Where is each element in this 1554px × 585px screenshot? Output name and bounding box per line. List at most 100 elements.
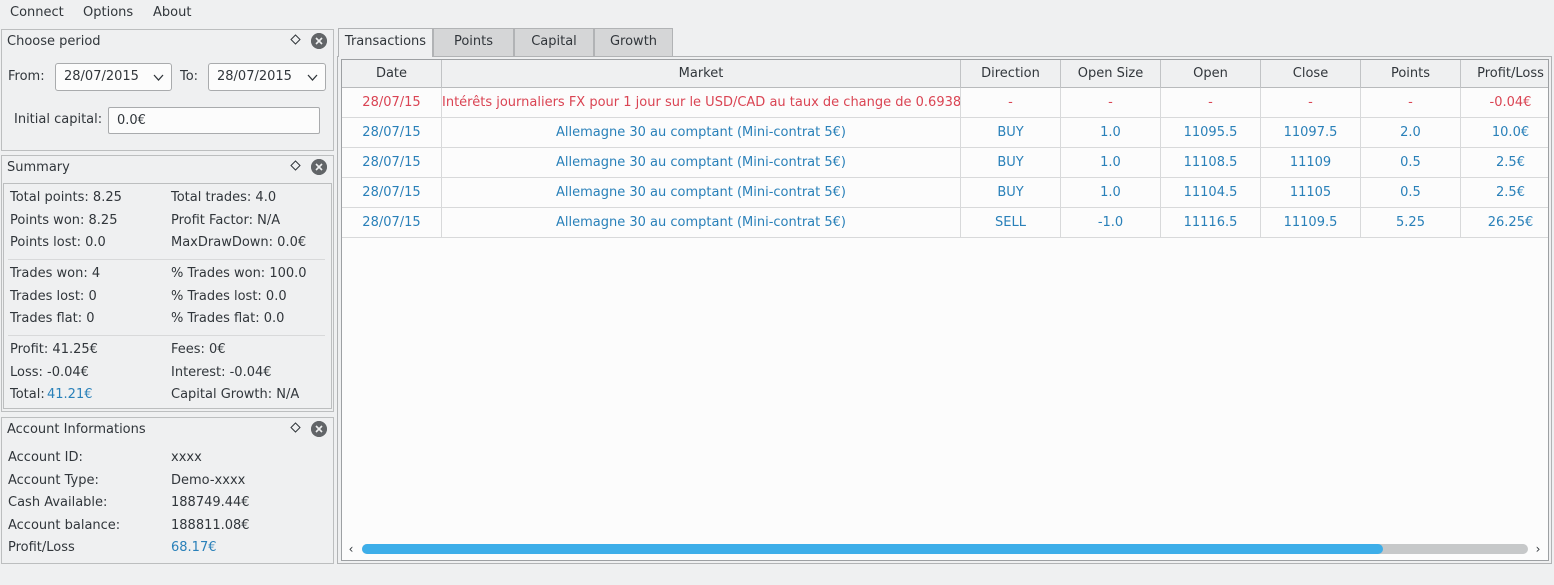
- total-trades: Total trades: 4.0: [171, 190, 277, 205]
- account-type-value: Demo-xxxx: [171, 473, 246, 488]
- divider: [8, 259, 325, 260]
- cell-open-size: 1.0: [1061, 178, 1161, 208]
- cash-available-label: Cash Available:: [8, 495, 108, 510]
- period-dock-title: Choose period: [7, 34, 101, 49]
- initial-capital-label: Initial capital:: [14, 112, 103, 127]
- cell-close: 11097.5: [1261, 118, 1361, 148]
- account-balance-value: 188811.08€: [171, 518, 250, 533]
- pct-trades-won: % Trades won: 100.0: [171, 266, 307, 281]
- menu-options[interactable]: Options: [81, 4, 135, 22]
- cell-date: 28/07/15: [342, 148, 442, 178]
- column-header-profit-loss[interactable]: Profit/Loss: [1461, 60, 1548, 88]
- cell-points: 0.5: [1361, 148, 1461, 178]
- profit-loss-label: Profit/Loss: [8, 540, 75, 555]
- loss: Loss: -0.04€: [10, 365, 89, 380]
- float-icon[interactable]: [290, 422, 301, 433]
- total-points: Total points: 8.25: [10, 190, 122, 205]
- table-row[interactable]: 28/07/15 Allemagne 30 au comptant (Mini-c…: [342, 178, 1548, 208]
- cell-close: -: [1261, 88, 1361, 118]
- cell-market: Allemagne 30 au comptant (Mini-contrat 5…: [442, 148, 961, 178]
- table-row[interactable]: 28/07/15 Intérêts journaliers FX pour 1 j…: [342, 88, 1548, 118]
- account-id-label: Account ID:: [8, 450, 83, 465]
- cell-close: 11109.5: [1261, 208, 1361, 238]
- scroll-track[interactable]: [362, 544, 1528, 554]
- cell-direction: -: [961, 88, 1061, 118]
- scroll-right-icon[interactable]: ›: [1531, 541, 1545, 557]
- trades-lost: Trades lost: 0: [10, 289, 97, 304]
- cell-date: 28/07/15: [342, 88, 442, 118]
- column-header-date[interactable]: Date: [342, 60, 442, 88]
- to-date-combo[interactable]: 28/07/2015: [208, 63, 326, 91]
- cell-date: 28/07/15: [342, 118, 442, 148]
- total-value: 41.21€: [47, 387, 93, 402]
- close-icon[interactable]: [311, 159, 327, 175]
- tab-capital[interactable]: Capital: [514, 28, 594, 56]
- column-header-market[interactable]: Market: [442, 60, 961, 88]
- cell-open-size: -1.0: [1061, 208, 1161, 238]
- transactions-table[interactable]: Date Market Direction Open Size Open Clo…: [341, 59, 1549, 561]
- float-icon[interactable]: [290, 160, 301, 171]
- cash-available-value: 188749.44€: [171, 495, 250, 510]
- close-icon[interactable]: [311, 421, 327, 437]
- horizontal-scrollbar[interactable]: ‹ ›: [342, 538, 1548, 560]
- menu-about[interactable]: About: [151, 4, 193, 22]
- cell-open: 11095.5: [1161, 118, 1261, 148]
- menu-connect[interactable]: Connect: [8, 4, 66, 22]
- to-label: To:: [180, 69, 199, 84]
- cell-open-size: -: [1061, 88, 1161, 118]
- scroll-left-icon[interactable]: ‹: [344, 541, 358, 557]
- column-header-direction[interactable]: Direction: [961, 60, 1061, 88]
- profit-loss-value: 68.17€: [171, 540, 217, 555]
- cell-profit-loss: 2.5€: [1461, 178, 1548, 208]
- summary-dock-title: Summary: [7, 160, 70, 175]
- fees: Fees: 0€: [171, 342, 226, 357]
- chevron-down-icon: [153, 74, 164, 81]
- cell-points: -: [1361, 88, 1461, 118]
- column-header-points[interactable]: Points: [1361, 60, 1461, 88]
- cell-open-size: 1.0: [1061, 148, 1161, 178]
- initial-capital-input[interactable]: [108, 107, 320, 134]
- column-header-close[interactable]: Close: [1261, 60, 1361, 88]
- account-type-label: Account Type:: [8, 473, 99, 488]
- cell-open: 11108.5: [1161, 148, 1261, 178]
- cell-points: 2.0: [1361, 118, 1461, 148]
- cell-market: Allemagne 30 au comptant (Mini-contrat 5…: [442, 178, 961, 208]
- column-header-open[interactable]: Open: [1161, 60, 1261, 88]
- pct-trades-flat: % Trades flat: 0.0: [171, 311, 285, 326]
- close-icon[interactable]: [311, 33, 327, 49]
- table-row[interactable]: 28/07/15 Allemagne 30 au comptant (Mini-c…: [342, 148, 1548, 178]
- trades-won: Trades won: 4: [10, 266, 101, 281]
- column-header-open-size[interactable]: Open Size: [1061, 60, 1161, 88]
- from-date-value: 28/07/2015: [64, 69, 139, 84]
- account-id-value: xxxx: [171, 450, 202, 465]
- tab-growth[interactable]: Growth: [594, 28, 673, 56]
- cell-market: Intérêts journaliers FX pour 1 jour sur …: [442, 88, 961, 118]
- cell-open: 11104.5: [1161, 178, 1261, 208]
- tab-transactions[interactable]: Transactions: [338, 28, 433, 57]
- cell-profit-loss: 10.0€: [1461, 118, 1548, 148]
- cell-close: 11109: [1261, 148, 1361, 178]
- table-row[interactable]: 28/07/15 Allemagne 30 au comptant (Mini-c…: [342, 208, 1548, 238]
- profit: Profit: 41.25€: [10, 342, 98, 357]
- cell-open: -: [1161, 88, 1261, 118]
- cell-open-size: 1.0: [1061, 118, 1161, 148]
- chevron-down-icon: [307, 74, 318, 81]
- cell-direction: BUY: [961, 118, 1061, 148]
- interest: Interest: -0.04€: [171, 365, 272, 380]
- menu-bar: Connect Options About: [0, 0, 1554, 26]
- cell-direction: BUY: [961, 178, 1061, 208]
- cell-market: Allemagne 30 au comptant (Mini-contrat 5…: [442, 208, 961, 238]
- max-drawdown: MaxDrawDown: 0.0€: [171, 235, 307, 250]
- from-date-combo[interactable]: 28/07/2015: [55, 63, 172, 91]
- account-balance-label: Account balance:: [8, 518, 121, 533]
- cell-points: 5.25: [1361, 208, 1461, 238]
- table-header: Date Market Direction Open Size Open Clo…: [342, 60, 1548, 88]
- cell-date: 28/07/15: [342, 178, 442, 208]
- cell-open: 11116.5: [1161, 208, 1261, 238]
- scroll-thumb[interactable]: [362, 544, 1384, 554]
- tab-points[interactable]: Points: [433, 28, 514, 56]
- trades-flat: Trades flat: 0: [10, 311, 95, 326]
- table-row[interactable]: 28/07/15 Allemagne 30 au comptant (Mini-c…: [342, 118, 1548, 148]
- cell-profit-loss: 26.25€: [1461, 208, 1548, 238]
- float-icon[interactable]: [290, 34, 301, 45]
